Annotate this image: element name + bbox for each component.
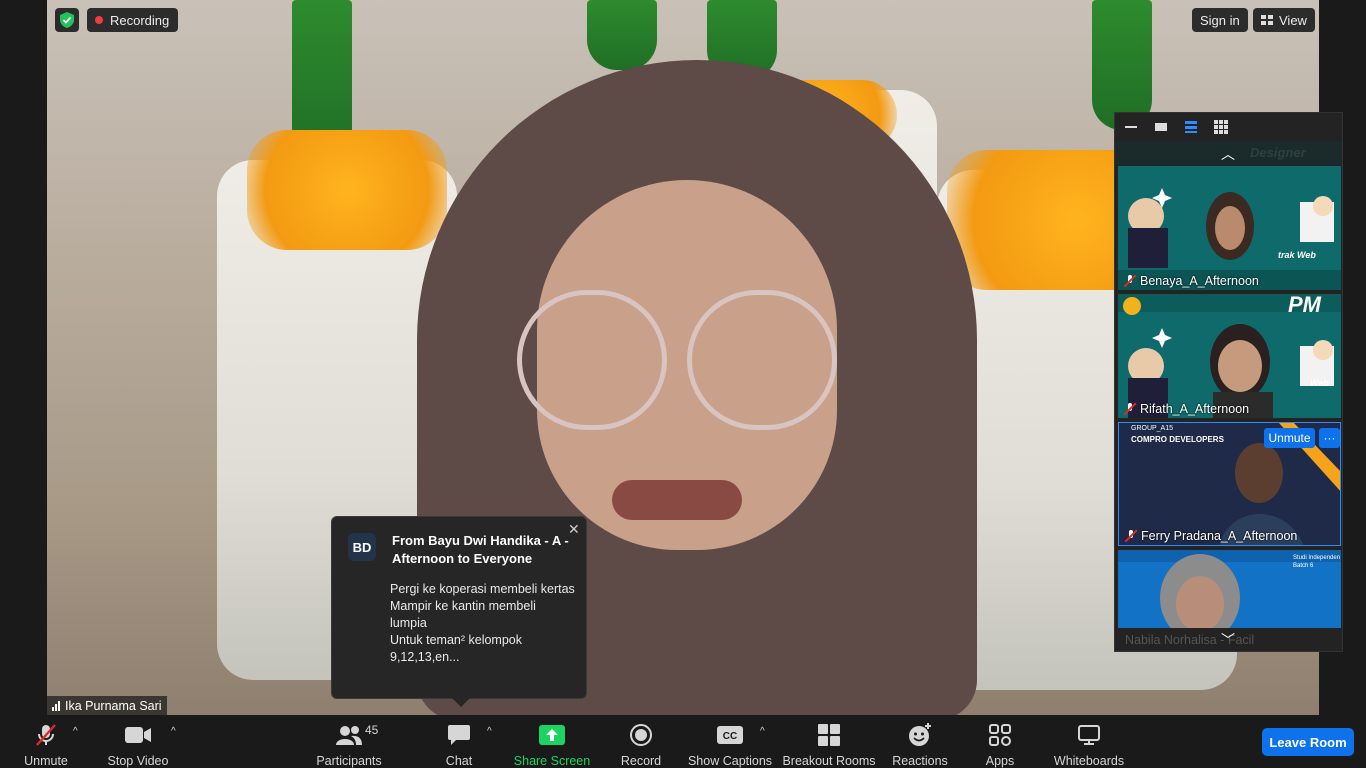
whiteboards-label: Whiteboards (1053, 754, 1125, 768)
tile-participant-name: Benaya_A_Afternoon (1123, 274, 1259, 288)
chat-options-caret[interactable]: ^ (487, 726, 492, 737)
tile-more-button[interactable]: ··· (1319, 428, 1340, 448)
tile-participant-name: Ferry Pradana_A_Afternoon (1124, 529, 1298, 543)
strip-scroll-down[interactable]: Nabila Norhalisa - Facil ﹀ (1115, 627, 1344, 651)
tile-group-label: GROUP_A15 (1131, 425, 1174, 432)
glasses-right-lens (687, 290, 837, 430)
meeting-toolbar: Unmute ^ Stop Video ^ Participants 45 Ch… (0, 715, 1366, 768)
partial-tile-text: Designer (1250, 145, 1306, 160)
close-icon[interactable]: ✕ (568, 521, 580, 538)
captions-cc-icon: CC (717, 722, 743, 748)
share-screen-button[interactable]: Share Screen (513, 715, 591, 768)
sign-in-button[interactable]: Sign in (1192, 8, 1248, 32)
video-tile[interactable]: trak Web Benaya_A_Afternoon (1118, 166, 1341, 290)
whiteboards-button[interactable]: Whiteboards (1052, 715, 1126, 768)
share-screen-label: Share Screen (513, 754, 591, 768)
hide-video-icon[interactable] (1153, 120, 1169, 134)
recording-dot-icon (95, 16, 103, 24)
strip-toolbar (1115, 113, 1342, 141)
sender-avatar: BD (348, 533, 376, 561)
tile-unmute-button[interactable]: Unmute (1264, 428, 1315, 448)
muted-mic-icon (1123, 402, 1137, 416)
chat-message: Pergi ke koperasi membeli kertas Mampir … (390, 581, 576, 666)
recording-label: Recording (110, 12, 170, 28)
breakout-rooms-button[interactable]: Breakout Rooms (782, 715, 876, 768)
chat-bubble-icon (448, 722, 470, 748)
reactions-label: Reactions (892, 754, 948, 768)
audio-options-caret[interactable]: ^ (73, 726, 78, 737)
view-label: View (1279, 12, 1307, 28)
video-tile[interactable]: GROUP_A15 COMPRO DEVELOPERS Unmute ··· F… (1118, 422, 1341, 546)
leave-room-button[interactable]: Leave Room (1262, 728, 1354, 756)
strip-view-icon[interactable] (1183, 120, 1199, 134)
background-leaf (1092, 0, 1152, 130)
tile-illustration (1118, 166, 1341, 290)
participants-label: Participants (316, 754, 382, 768)
tile-overlay-text: Studi Independen Batch 6 (1293, 555, 1341, 569)
reactions-button[interactable]: Reactions (892, 715, 948, 768)
view-button[interactable]: View (1253, 8, 1315, 32)
signal-strength-icon (52, 700, 60, 711)
captions-options-caret[interactable]: ^ (760, 726, 765, 737)
encryption-shield-icon[interactable] (55, 8, 79, 32)
tile-name-label: Rifath_A_Afternoon (1140, 402, 1250, 416)
chat-message-line: Untuk teman² kelompok 9,12,13,en... (390, 633, 523, 664)
reactions-smiley-icon (908, 722, 932, 748)
chevron-down-icon: ﹀ (1221, 632, 1235, 648)
tile-group-title: COMPRO DEVELOPERS (1131, 435, 1224, 444)
muted-mic-icon (34, 722, 58, 748)
main-participant-name: Ika Purnama Sari (65, 698, 162, 713)
participants-count: 45 (365, 723, 379, 737)
tile-overlay-text: PM (1288, 294, 1321, 317)
video-tile[interactable]: Studi Independen Batch 6 (1118, 550, 1341, 628)
gallery-strip: ︿ Designer trak Web Benaya_A_Afternoon P… (1114, 112, 1343, 652)
video-camera-icon (125, 722, 151, 748)
apps-label: Apps (985, 754, 1015, 768)
tile-overlay-text-2: Web (1310, 378, 1329, 388)
svg-text:CC: CC (723, 731, 737, 742)
chat-notification[interactable]: BD From Bayu Dwi Handika - A - Afternoon… (331, 516, 587, 707)
breakout-rooms-label: Breakout Rooms (782, 754, 876, 768)
tile-name-label: Ferry Pradana_A_Afternoon (1141, 529, 1298, 543)
share-screen-icon (539, 722, 565, 748)
strip-scroll-up[interactable]: ︿ Designer (1115, 141, 1342, 165)
main-participant-label: Ika Purnama Sari (47, 696, 167, 715)
speaker-mouth (612, 480, 742, 520)
apps-icon (989, 722, 1011, 748)
video-tile[interactable]: PM Web Rifath_A_Afternoon (1118, 294, 1341, 418)
unmute-label: Unmute (24, 754, 68, 768)
record-button[interactable]: Record (620, 715, 662, 768)
video-options-caret[interactable]: ^ (171, 726, 176, 737)
record-icon (630, 722, 652, 748)
tile-participant-name: Rifath_A_Afternoon (1123, 402, 1250, 416)
show-captions-label: Show Captions (687, 754, 773, 768)
record-label: Record (620, 754, 662, 768)
stop-video-button[interactable]: Stop Video (106, 715, 170, 768)
stop-video-label: Stop Video (107, 754, 169, 768)
grid-view-icon (1261, 15, 1273, 25)
recording-indicator[interactable]: Recording (87, 8, 179, 32)
show-captions-button[interactable]: CC Show Captions (687, 715, 773, 768)
unmute-button[interactable]: Unmute (20, 715, 72, 768)
chat-button[interactable]: Chat (440, 715, 478, 768)
chat-label: Chat (445, 754, 473, 768)
chat-message-line: Mampir ke kantin membeli lumpia (390, 599, 536, 630)
minimize-icon[interactable] (1123, 120, 1139, 134)
apps-button[interactable]: Apps (982, 715, 1018, 768)
tile-overlay-text: trak Web (1278, 250, 1316, 260)
participants-icon (336, 722, 362, 748)
breakout-rooms-icon (818, 722, 840, 748)
whiteboard-icon (1078, 722, 1100, 748)
muted-mic-icon (1123, 274, 1137, 288)
chat-sender: From Bayu Dwi Handika - A - Afternoon to… (392, 533, 569, 566)
tile-name-label: Benaya_A_Afternoon (1140, 274, 1259, 288)
grid-view-icon[interactable] (1213, 120, 1229, 134)
chevron-up-icon: ︿ (1221, 146, 1235, 162)
muted-mic-icon (1124, 529, 1138, 543)
chat-message-line: Pergi ke koperasi membeli kertas (390, 582, 575, 596)
glasses-left-lens (517, 290, 667, 430)
